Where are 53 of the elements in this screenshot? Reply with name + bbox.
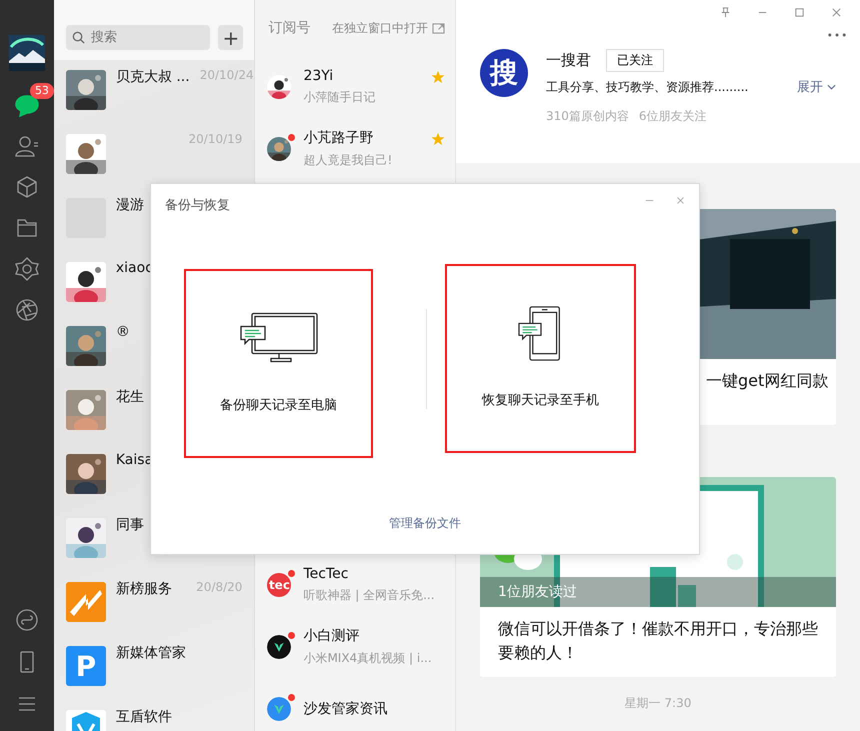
logo-avatar: tec bbox=[267, 573, 292, 597]
account-description: 工具分享、技巧教学、资源推荐......... bbox=[546, 78, 748, 96]
chat-name[interactable]: 新榜服务 bbox=[116, 581, 172, 597]
chat-name[interactable]: 漫游 bbox=[116, 197, 144, 213]
account-name[interactable]: TecTec bbox=[303, 566, 445, 582]
article-preview: 小米MIX4真机视频 | i... bbox=[303, 650, 433, 667]
panel-title: 订阅号 bbox=[268, 19, 310, 37]
manage-backups-link[interactable]: 管理备份文件 bbox=[389, 515, 461, 532]
search-icon bbox=[72, 31, 85, 44]
account-name[interactable]: 23Yi bbox=[303, 68, 419, 84]
backup-option[interactable]: 恢复聊天记录至手机 bbox=[445, 264, 636, 453]
more-icon[interactable] bbox=[828, 33, 846, 37]
add-button[interactable]: + bbox=[218, 25, 244, 50]
read-by-caption: 1位朋友读过 bbox=[498, 583, 577, 601]
chat-time: 20/10/24 bbox=[200, 67, 254, 82]
backup-option[interactable]: 备份聊天记录至电脑 bbox=[184, 269, 373, 458]
chat-name[interactable]: 同事 bbox=[116, 517, 144, 533]
close-icon[interactable] bbox=[831, 7, 842, 18]
account-name: 一搜君 bbox=[546, 51, 591, 70]
chat-time: 20/8/20 bbox=[196, 579, 242, 594]
chat-name[interactable]: 新媒体管家 bbox=[116, 645, 186, 661]
account-logo: 搜 bbox=[480, 49, 528, 97]
account-name[interactable]: 沙发管家资讯 bbox=[303, 700, 445, 718]
search-field[interactable]: 搜索 bbox=[66, 25, 210, 50]
window-icon bbox=[432, 22, 445, 34]
chat-name[interactable]: ® bbox=[116, 324, 130, 340]
account-name[interactable]: 小芃路子野 bbox=[303, 129, 419, 147]
article-preview: 听歌神器 | 全网音乐免... bbox=[303, 587, 436, 604]
dialog-title: 备份与恢复 bbox=[165, 197, 230, 214]
article-preview: 超人竟是我自己! bbox=[303, 152, 394, 169]
chevron-down-icon bbox=[827, 84, 836, 90]
aperture-icon[interactable] bbox=[14, 297, 40, 323]
chat-name[interactable]: 贝克大叔 ... bbox=[116, 69, 190, 85]
close-icon[interactable] bbox=[676, 196, 685, 205]
expand-button[interactable]: 展开 bbox=[797, 78, 836, 96]
article-title: 一键get网红同款 bbox=[706, 371, 828, 390]
account-stat: 310篇原创内容 bbox=[546, 108, 629, 125]
chat-name[interactable]: 互盾软件 bbox=[116, 709, 172, 725]
follow-button[interactable]: 已关注 bbox=[606, 49, 664, 72]
chat-time: 20/10/19 bbox=[188, 131, 242, 146]
chat-name[interactable]: xiaoc bbox=[116, 260, 153, 276]
account-name[interactable]: 小白测评 bbox=[303, 627, 445, 645]
article-preview: 小萍随手日记 bbox=[303, 89, 376, 106]
pin-icon[interactable] bbox=[720, 7, 731, 18]
account-stat: 6位朋友关注 bbox=[638, 108, 707, 125]
chat-name[interactable]: 花生 bbox=[116, 389, 144, 405]
article-title: 微信可以开借条了！催款不用开口，专治那些要赖的人！ bbox=[498, 619, 818, 662]
maximize-icon[interactable] bbox=[794, 7, 805, 18]
hexagon-flower-icon[interactable] bbox=[14, 256, 40, 282]
mini-program-icon[interactable] bbox=[14, 607, 40, 633]
post-time: 星期一 7:30 bbox=[624, 695, 692, 712]
unread-badge: 53 bbox=[30, 83, 54, 99]
logo-avatar: P bbox=[66, 646, 106, 686]
